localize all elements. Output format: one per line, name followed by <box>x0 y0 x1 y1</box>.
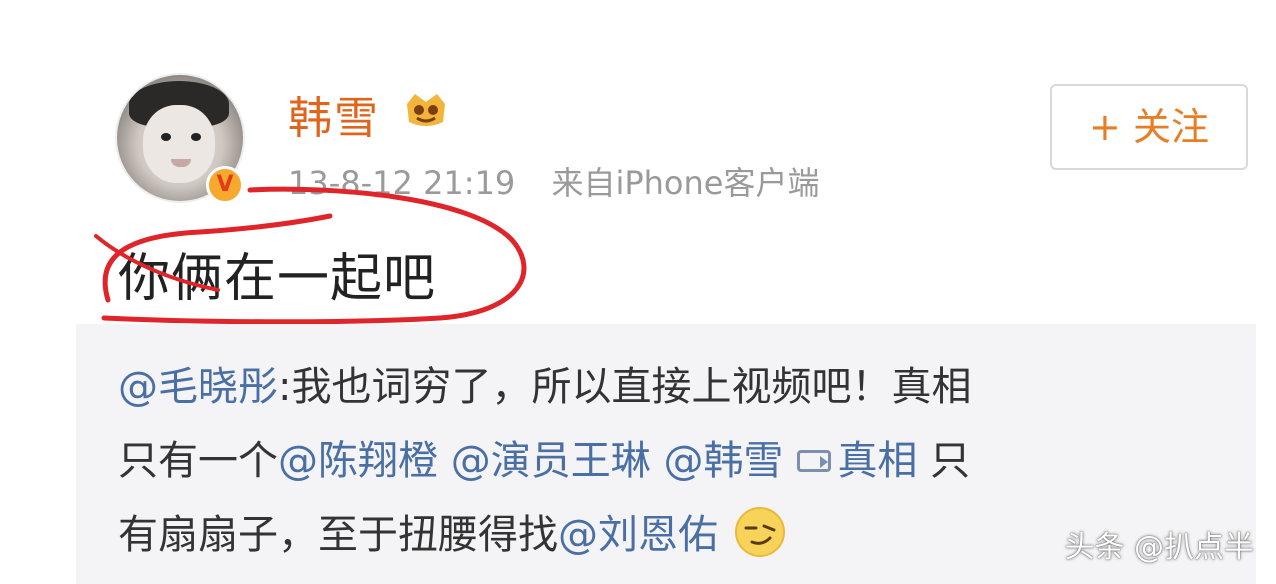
post-source: 来自iPhone客户端 <box>551 164 820 202</box>
mention-link[interactable]: @韩雪 <box>663 438 783 484</box>
video-link[interactable]: 真相 <box>837 438 917 484</box>
avatar-eye-right <box>191 133 201 141</box>
verified-badge-icon: V <box>206 166 244 204</box>
watermark: 头条 @扒点半 <box>1064 530 1254 565</box>
repost-line-1: @毛晓彤:我也词穷了，所以直接上视频吧！真相 <box>118 350 971 424</box>
mention-link[interactable]: @刘恩佑 <box>558 512 718 558</box>
smirk-emoji-icon <box>735 507 785 557</box>
mention-link[interactable]: @演员王琳 <box>451 438 651 484</box>
mention-link[interactable]: @陈翔橙 <box>278 438 438 484</box>
author-name[interactable]: 韩雪 <box>288 82 380 146</box>
avatar-eye-left <box>161 133 171 141</box>
mention-link[interactable]: @毛晓彤 <box>118 364 278 410</box>
video-icon[interactable] <box>797 450 832 472</box>
repost-text: 有扇扇子，至于扭腰得找 <box>118 512 558 558</box>
repost-text: 只 <box>930 438 971 484</box>
avatar-face <box>143 105 215 183</box>
repost-line-2: 只有一个@陈翔橙 @演员王琳 @韩雪 真相 只 <box>118 424 971 498</box>
post-timestamp[interactable]: 13-8-12 21:19 <box>288 164 515 202</box>
repost-text: 只有一个 <box>118 438 278 484</box>
vip-crown-icon <box>407 94 445 126</box>
repost-content: @毛晓彤:我也词穷了，所以直接上视频吧！真相 只有一个@陈翔橙 @演员王琳 @韩… <box>118 350 971 572</box>
post-text: 你俩在一起吧 <box>118 249 437 309</box>
post-meta: 13-8-12 21:19 来自iPhone客户端 <box>288 158 819 204</box>
repost-line-3: 有扇扇子，至于扭腰得找@刘恩佑 <box>118 498 971 572</box>
repost-text: :我也词穷了，所以直接上视频吧！真相 <box>278 364 972 410</box>
follow-button[interactable]: + 关注 <box>1050 84 1248 170</box>
